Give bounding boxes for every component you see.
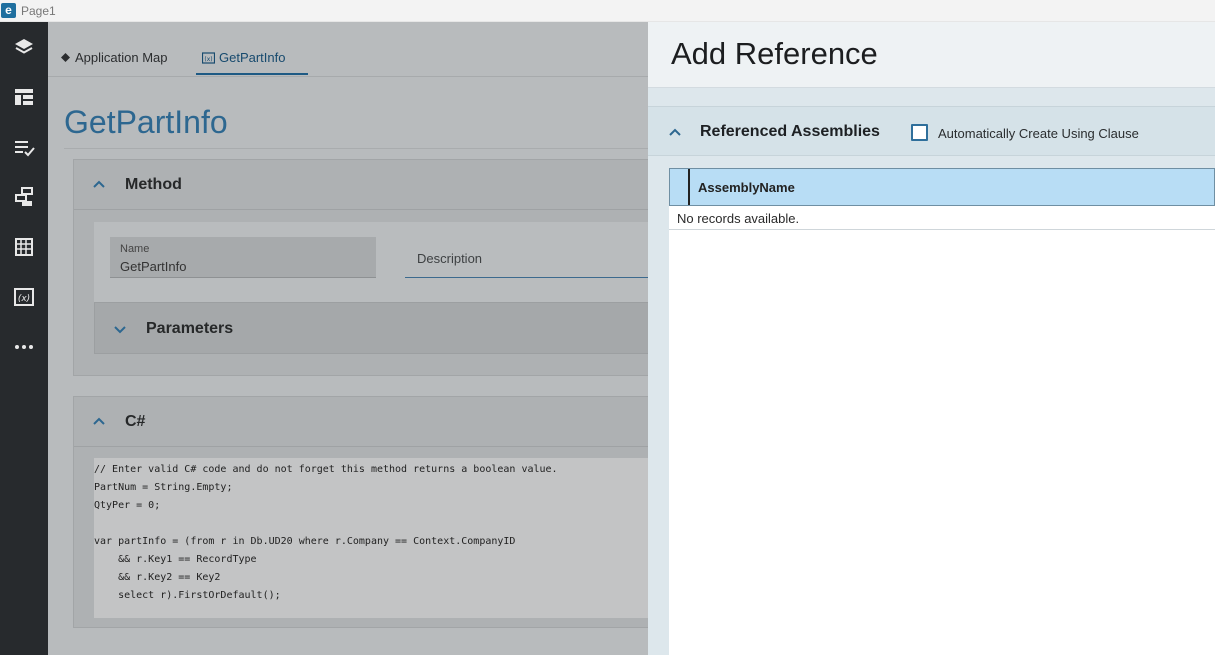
parameters-title: Parameters: [146, 320, 234, 337]
grid-table-icon[interactable]: [11, 234, 37, 260]
empty-message: No records available.: [677, 211, 800, 226]
code-line: select r).FirstOrDefault();: [94, 590, 281, 601]
main-content: Application Map (x) GetPartInfo GetPartI…: [48, 22, 648, 655]
select-column[interactable]: [670, 169, 690, 205]
active-tab-indicator: [196, 73, 308, 75]
checklist-icon[interactable]: [11, 134, 37, 160]
code-line: PartNum = String.Empty;: [94, 482, 233, 493]
section-title: Method: [125, 176, 182, 193]
description-field[interactable]: Description: [405, 237, 648, 278]
name-label: Name: [120, 243, 150, 255]
svg-text:(x): (x): [18, 294, 30, 304]
code-header[interactable]: C#: [74, 397, 648, 447]
grid-header: AssemblyName: [669, 168, 1215, 206]
chevron-up-icon[interactable]: [92, 177, 106, 191]
function-icon: (x): [202, 51, 215, 64]
code-line: // Enter valid C# code and do not forget…: [94, 464, 558, 475]
chevron-up-icon[interactable]: [92, 414, 106, 428]
panel-title: Add Reference: [671, 36, 878, 71]
referenced-assemblies-header[interactable]: Referenced Assemblies Automatically Crea…: [648, 106, 1215, 156]
name-value: GetPartInfo: [120, 259, 187, 274]
auto-using-clause-checkbox[interactable]: [911, 124, 928, 141]
tab-application-map[interactable]: Application Map: [60, 50, 168, 65]
app-logo-icon: e: [1, 3, 16, 18]
diamond-icon: [61, 53, 70, 62]
name-field[interactable]: Name GetPartInfo: [110, 237, 376, 278]
panel-header: Add Reference: [648, 22, 1215, 88]
svg-text:(x): (x): [204, 56, 212, 63]
layers-icon[interactable]: [11, 34, 37, 60]
checkbox-label: Automatically Create Using Clause: [938, 126, 1139, 141]
divider: [669, 229, 1215, 230]
code-line: && r.Key2 == Key2: [94, 572, 221, 583]
add-reference-panel: Add Reference Referenced Assemblies Auto…: [648, 22, 1215, 655]
tab-getpartinfo[interactable]: (x) GetPartInfo: [202, 50, 285, 65]
data-flow-icon[interactable]: [11, 184, 37, 210]
tab-bar: Application Map (x) GetPartInfo: [48, 22, 648, 77]
divider: [64, 148, 648, 149]
chevron-down-icon[interactable]: [113, 322, 127, 336]
code-line: && r.Key1 == RecordType: [94, 554, 257, 565]
page-title: GetPartInfo: [64, 104, 228, 140]
description-label: Description: [417, 251, 483, 266]
column-header-assemblyname[interactable]: AssemblyName: [698, 180, 795, 195]
function-icon[interactable]: (x): [11, 284, 37, 310]
title-bar: e Page1: [0, 0, 1215, 22]
chevron-up-icon[interactable]: [668, 125, 682, 139]
code-line: QtyPer = 0;: [94, 500, 161, 511]
layout-icon[interactable]: [11, 84, 37, 110]
left-rail: (x): [0, 22, 48, 655]
code-line: var partInfo = (from r in Db.UD20 where …: [94, 536, 516, 547]
tab-label: GetPartInfo: [219, 50, 286, 65]
section-title: C#: [125, 413, 146, 430]
assemblies-grid: AssemblyName No records available.: [669, 168, 1215, 655]
code-editor[interactable]: // Enter valid C# code and do not forget…: [94, 458, 648, 618]
window-title: Page1: [21, 4, 56, 18]
parameters-header[interactable]: Parameters: [94, 302, 648, 354]
tab-label: Application Map: [75, 50, 168, 65]
section-title: Referenced Assemblies: [700, 123, 880, 140]
method-header[interactable]: Method: [74, 160, 648, 210]
more-icon[interactable]: [11, 334, 37, 360]
